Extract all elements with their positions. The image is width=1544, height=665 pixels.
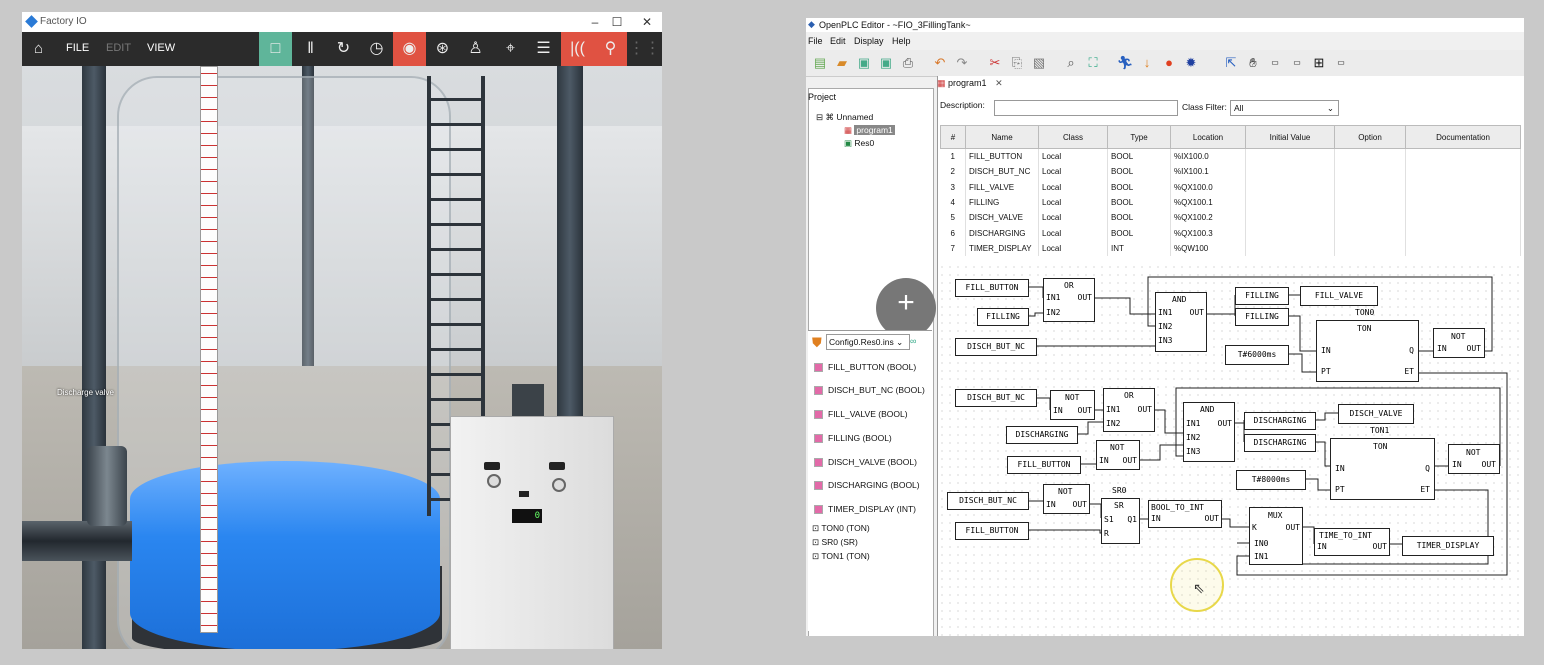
- fbd-mux-block[interactable]: MUX K OUT IN0 IN1: [1249, 507, 1303, 565]
- block-type: SR: [1114, 501, 1124, 510]
- fbd-var-fill-button[interactable]: FILL_BUTTON: [955, 522, 1029, 540]
- pin-label: ET: [1404, 367, 1414, 376]
- fbd-or-block[interactable]: OR IN1 OUT IN2: [1103, 388, 1155, 432]
- fbd-var-fill-button[interactable]: FILL_BUTTON: [1007, 456, 1081, 474]
- pin-label: OUT: [1137, 405, 1152, 414]
- pin-label: IN1: [1046, 293, 1061, 302]
- fbd-and-block[interactable]: AND IN1 OUT IN2 IN3: [1155, 292, 1207, 352]
- pin-label: IN3: [1186, 447, 1201, 456]
- fbd-var-filling-in[interactable]: FILLING: [1235, 308, 1289, 326]
- pin-label: R: [1104, 529, 1109, 538]
- fbd-wires: [1027, 276, 1508, 576]
- pin-label: IN: [1452, 460, 1462, 469]
- pin-label: IN: [1317, 542, 1327, 551]
- fbd-var-discharging[interactable]: DISCHARGING: [1006, 426, 1078, 444]
- pin-label: OUT: [1072, 500, 1087, 509]
- pin-label: IN3: [1158, 336, 1173, 345]
- pin-label: IN2: [1046, 308, 1061, 317]
- pin-label: OUT: [1466, 344, 1481, 353]
- pin-label: IN: [1335, 464, 1345, 473]
- block-type: OR: [1064, 281, 1074, 290]
- fbd-instance-sr0: SR0: [1112, 486, 1127, 495]
- fbd-not-block[interactable]: NOT IN OUT: [1043, 484, 1090, 514]
- block-type: NOT: [1466, 448, 1481, 457]
- pin-label: Q1: [1127, 515, 1137, 524]
- block-type: NOT: [1065, 393, 1080, 402]
- fbd-const-t6000[interactable]: T#6000ms: [1225, 345, 1289, 365]
- fbd-var-disch-but-nc[interactable]: DISCH_BUT_NC: [955, 389, 1037, 407]
- mouse-cursor-icon: ⇖: [1193, 580, 1205, 596]
- block-type: MUX: [1268, 511, 1283, 520]
- pin-label: IN: [1046, 500, 1056, 509]
- pin-label: OUT: [1481, 460, 1496, 469]
- fbd-var-discharging-in[interactable]: DISCHARGING: [1244, 434, 1316, 452]
- fbd-and-block[interactable]: AND IN1 OUT IN2 IN3: [1183, 402, 1235, 462]
- pin-label: PT: [1321, 367, 1331, 376]
- fbd-var-filling[interactable]: FILLING: [977, 308, 1029, 326]
- fbd-ton0-block[interactable]: TON IN Q PT ET: [1316, 320, 1419, 382]
- fbd-not-block[interactable]: NOT IN OUT: [1050, 390, 1095, 420]
- pin-label: OUT: [1285, 523, 1300, 532]
- pin-label: IN: [1321, 346, 1331, 355]
- block-type: NOT: [1110, 443, 1125, 452]
- fbd-const-t8000[interactable]: T#8000ms: [1236, 470, 1306, 490]
- pin-label: OUT: [1122, 456, 1137, 465]
- block-type: TON: [1357, 324, 1372, 333]
- pin-label: IN: [1099, 456, 1109, 465]
- fbd-var-fill-valve[interactable]: FILL_VALVE: [1300, 286, 1378, 306]
- pin-label: PT: [1335, 485, 1345, 494]
- fbd-var-filling-out[interactable]: FILLING: [1235, 287, 1289, 305]
- block-type: AND: [1200, 405, 1215, 414]
- fbd-not-block[interactable]: NOT IN OUT: [1096, 440, 1140, 470]
- block-type: NOT: [1451, 332, 1466, 341]
- fbd-var-discharging-out[interactable]: DISCHARGING: [1244, 412, 1316, 430]
- fbd-time-to-int-block[interactable]: TIME_TO_INT IN OUT: [1314, 528, 1390, 556]
- pin-label: OUT: [1217, 419, 1232, 428]
- pin-label: K: [1252, 523, 1257, 532]
- fbd-var-disch-valve[interactable]: DISCH_VALVE: [1338, 404, 1414, 424]
- pin-label: Q: [1409, 346, 1414, 355]
- block-type: OR: [1124, 391, 1134, 400]
- fbd-ton1-block[interactable]: TON IN Q PT ET: [1330, 438, 1435, 500]
- pin-label: IN2: [1106, 419, 1121, 428]
- block-type: NOT: [1058, 487, 1073, 496]
- pin-label: IN1: [1158, 308, 1173, 317]
- fbd-or-block[interactable]: OR IN1 OUT IN2: [1043, 278, 1095, 322]
- fbd-var-disch-but-nc[interactable]: DISCH_BUT_NC: [955, 338, 1037, 356]
- pin-label: IN: [1053, 406, 1063, 415]
- block-type: TON: [1373, 442, 1388, 451]
- pin-label: IN2: [1186, 433, 1201, 442]
- fbd-var-timer-display[interactable]: TIMER_DISPLAY: [1402, 536, 1494, 556]
- fbd-var-disch-but-nc[interactable]: DISCH_BUT_NC: [947, 492, 1029, 510]
- pin-label: ET: [1420, 485, 1430, 494]
- fbd-instance-ton1: TON1: [1370, 426, 1390, 435]
- pin-label: IN2: [1158, 322, 1173, 331]
- pin-label: IN1: [1106, 405, 1121, 414]
- fbd-bool-to-int-block[interactable]: BOOL_TO_INT IN OUT: [1148, 500, 1222, 528]
- block-type: BOOL_TO_INT: [1151, 503, 1204, 512]
- fbd-instance-ton0: TON0: [1355, 308, 1375, 317]
- pin-label: IN1: [1186, 419, 1201, 428]
- fbd-not-block[interactable]: NOT IN OUT: [1433, 328, 1485, 358]
- block-type: TIME_TO_INT: [1319, 531, 1372, 540]
- pin-label: IN: [1151, 514, 1161, 523]
- pin-label: OUT: [1372, 542, 1387, 551]
- fbd-not-block[interactable]: NOT IN OUT: [1448, 444, 1500, 474]
- fbd-sr-block[interactable]: SR S1 Q1 R: [1101, 498, 1140, 544]
- block-type: AND: [1172, 295, 1187, 304]
- pin-label: OUT: [1077, 293, 1092, 302]
- pin-label: IN1: [1254, 552, 1269, 561]
- pin-label: OUT: [1204, 514, 1219, 523]
- pin-label: Q: [1425, 464, 1430, 473]
- pin-label: OUT: [1077, 406, 1092, 415]
- pin-label: IN: [1437, 344, 1447, 353]
- pin-label: S1: [1104, 515, 1114, 524]
- pin-label: OUT: [1189, 308, 1204, 317]
- fbd-var-fill-button[interactable]: FILL_BUTTON: [955, 279, 1029, 297]
- pin-label: IN0: [1254, 539, 1269, 548]
